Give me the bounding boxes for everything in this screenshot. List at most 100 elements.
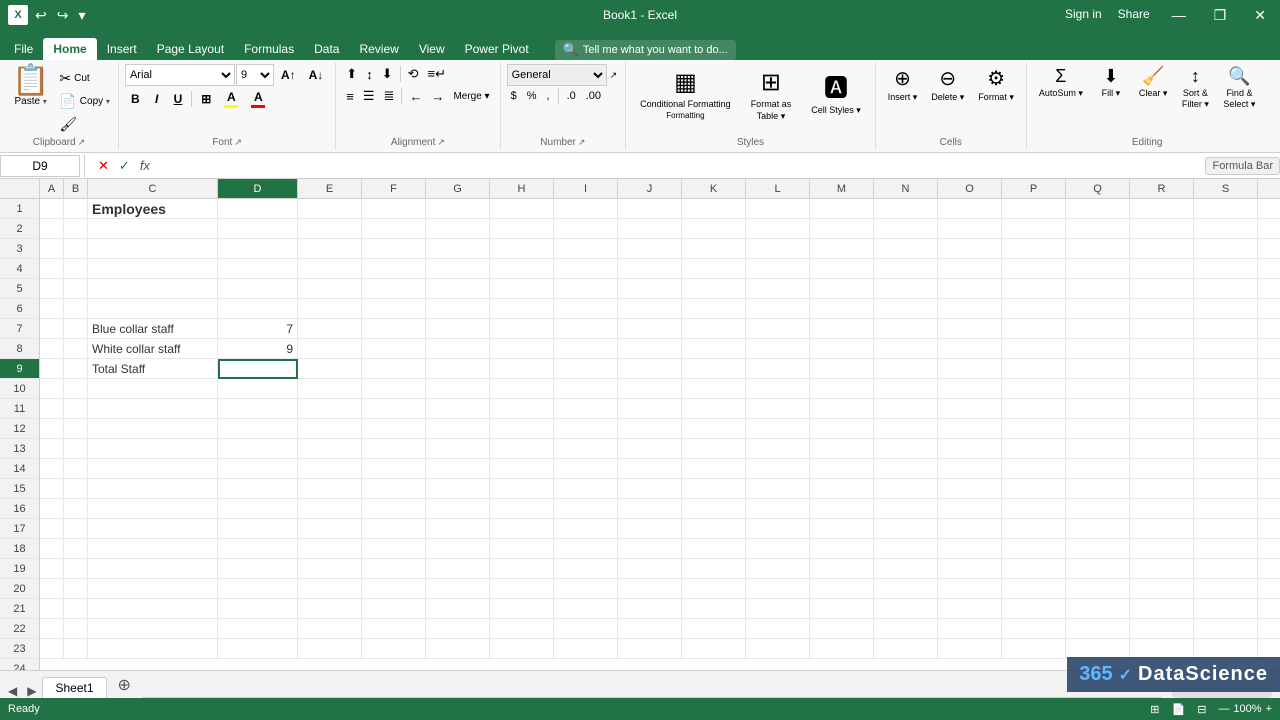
comma-button[interactable]: ,: [543, 89, 554, 103]
cell-d3[interactable]: [218, 239, 298, 259]
row-header-7[interactable]: 7: [0, 319, 39, 339]
align-right-button[interactable]: ≣: [380, 86, 399, 106]
row-header-5[interactable]: 5: [0, 279, 39, 299]
sign-in-link[interactable]: Sign in: [1065, 7, 1102, 24]
row-header-24[interactable]: 24: [0, 659, 39, 670]
cell-f1[interactable]: [362, 199, 426, 219]
insert-cells-button[interactable]: ⊕ Insert ▾: [882, 64, 924, 105]
view-page-layout-button[interactable]: 📄: [1172, 703, 1186, 716]
col-header-n[interactable]: N: [874, 179, 938, 198]
tell-me-input[interactable]: 🔍 Tell me what you want to do...: [555, 40, 736, 60]
align-center-button[interactable]: ☰: [359, 86, 379, 106]
number-format-select[interactable]: General: [507, 64, 607, 86]
cell-e7[interactable]: [298, 319, 362, 339]
cell-k1[interactable]: [682, 199, 746, 219]
cell-l2[interactable]: [746, 219, 810, 239]
zoom-out-button[interactable]: —: [1218, 703, 1229, 715]
cell-a3[interactable]: [40, 239, 64, 259]
percent-button[interactable]: %: [523, 89, 541, 103]
cell-c3[interactable]: [88, 239, 218, 259]
confirm-formula-icon[interactable]: ✓: [116, 158, 133, 174]
col-header-t[interactable]: T: [1258, 179, 1280, 198]
row-header-13[interactable]: 13: [0, 439, 39, 459]
cell-c7[interactable]: Blue collar staff: [88, 319, 218, 339]
row-header-3[interactable]: 3: [0, 239, 39, 259]
zoom-in-button[interactable]: +: [1266, 703, 1272, 715]
cell-l1[interactable]: [746, 199, 810, 219]
format-painter-button[interactable]: 🖌: [57, 114, 112, 135]
cell-styles-button[interactable]: 🅰 Cell Styles ▾: [803, 64, 869, 120]
format-as-table-button[interactable]: ⊞ Format as Table ▾: [743, 64, 800, 126]
font-size-select[interactable]: 9: [236, 64, 274, 86]
col-header-c[interactable]: C: [88, 179, 218, 198]
cell-f2[interactable]: [362, 219, 426, 239]
alignment-expand-icon[interactable]: ↗: [437, 137, 445, 148]
tab-view[interactable]: View: [409, 38, 455, 60]
tab-file[interactable]: File: [4, 38, 43, 60]
wrap-text-button[interactable]: ≡↵: [424, 64, 450, 84]
row-header-8[interactable]: 8: [0, 339, 39, 359]
cell-g2[interactable]: [426, 219, 490, 239]
quick-access-redo[interactable]: ↪: [54, 7, 72, 24]
cell-o2[interactable]: [938, 219, 1002, 239]
row-header-1[interactable]: 1: [0, 199, 39, 219]
cell-g1[interactable]: [426, 199, 490, 219]
cell-d9[interactable]: [218, 359, 298, 379]
increase-font-button[interactable]: A↑: [275, 66, 302, 84]
col-header-f[interactable]: F: [362, 179, 426, 198]
tab-review[interactable]: Review: [349, 38, 408, 60]
row-header-23[interactable]: 23: [0, 639, 39, 659]
cell-a2[interactable]: [40, 219, 64, 239]
cell-q2[interactable]: [1066, 219, 1130, 239]
cell-b1[interactable]: [64, 199, 88, 219]
bold-button[interactable]: B: [125, 90, 146, 108]
cell-c8[interactable]: White collar staff: [88, 339, 218, 359]
tab-page-layout[interactable]: Page Layout: [147, 38, 234, 60]
col-header-p[interactable]: P: [1002, 179, 1066, 198]
cell-p2[interactable]: [1002, 219, 1066, 239]
select-all-corner[interactable]: [0, 179, 40, 198]
merge-center-button[interactable]: Merge ▾: [449, 89, 493, 104]
col-header-b[interactable]: B: [64, 179, 88, 198]
add-sheet-button[interactable]: ⊕: [109, 674, 140, 698]
col-header-i[interactable]: I: [554, 179, 618, 198]
col-header-e[interactable]: E: [298, 179, 362, 198]
quick-access-customize[interactable]: ▾: [75, 7, 88, 24]
view-page-break-button[interactable]: ⊟: [1197, 703, 1206, 716]
tab-formulas[interactable]: Formulas: [234, 38, 304, 60]
share-button[interactable]: Share: [1118, 7, 1150, 24]
cell-i1[interactable]: [554, 199, 618, 219]
find-select-button[interactable]: 🔍 Find & Select ▾: [1217, 64, 1261, 112]
cell-n1[interactable]: [874, 199, 938, 219]
row-header-22[interactable]: 22: [0, 619, 39, 639]
col-header-j[interactable]: J: [618, 179, 682, 198]
col-header-a[interactable]: A: [40, 179, 64, 198]
col-header-d[interactable]: D: [218, 179, 298, 198]
number-format-expand-icon[interactable]: ↗: [608, 68, 620, 83]
cell-o1[interactable]: [938, 199, 1002, 219]
quick-access-undo[interactable]: ↩: [32, 7, 50, 24]
col-header-r[interactable]: R: [1130, 179, 1194, 198]
close-button[interactable]: ✕: [1248, 7, 1272, 24]
row-header-9[interactable]: 9: [0, 359, 39, 379]
col-header-g[interactable]: G: [426, 179, 490, 198]
row-header-19[interactable]: 19: [0, 559, 39, 579]
font-expand-icon[interactable]: ↗: [234, 137, 242, 148]
row-header-16[interactable]: 16: [0, 499, 39, 519]
autosum-button[interactable]: Σ AutoSum ▾: [1033, 64, 1089, 101]
row-header-15[interactable]: 15: [0, 479, 39, 499]
align-middle-button[interactable]: ↕: [362, 65, 377, 84]
cell-i2[interactable]: [554, 219, 618, 239]
insert-function-icon[interactable]: fx: [137, 158, 153, 174]
col-header-s[interactable]: S: [1194, 179, 1258, 198]
sort-filter-button[interactable]: ↕ Sort & Filter ▾: [1175, 64, 1215, 112]
cell-p1[interactable]: [1002, 199, 1066, 219]
cell-b7[interactable]: [64, 319, 88, 339]
decrease-indent-button[interactable]: ←: [405, 87, 426, 106]
cell-b2[interactable]: [64, 219, 88, 239]
conditional-formatting-button[interactable]: ▦ Conditional Formatting Formatting: [632, 64, 739, 124]
cell-r2[interactable]: [1130, 219, 1194, 239]
row-header-6[interactable]: 6: [0, 299, 39, 319]
cell-a9[interactable]: [40, 359, 64, 379]
cell-d1[interactable]: [218, 199, 298, 219]
